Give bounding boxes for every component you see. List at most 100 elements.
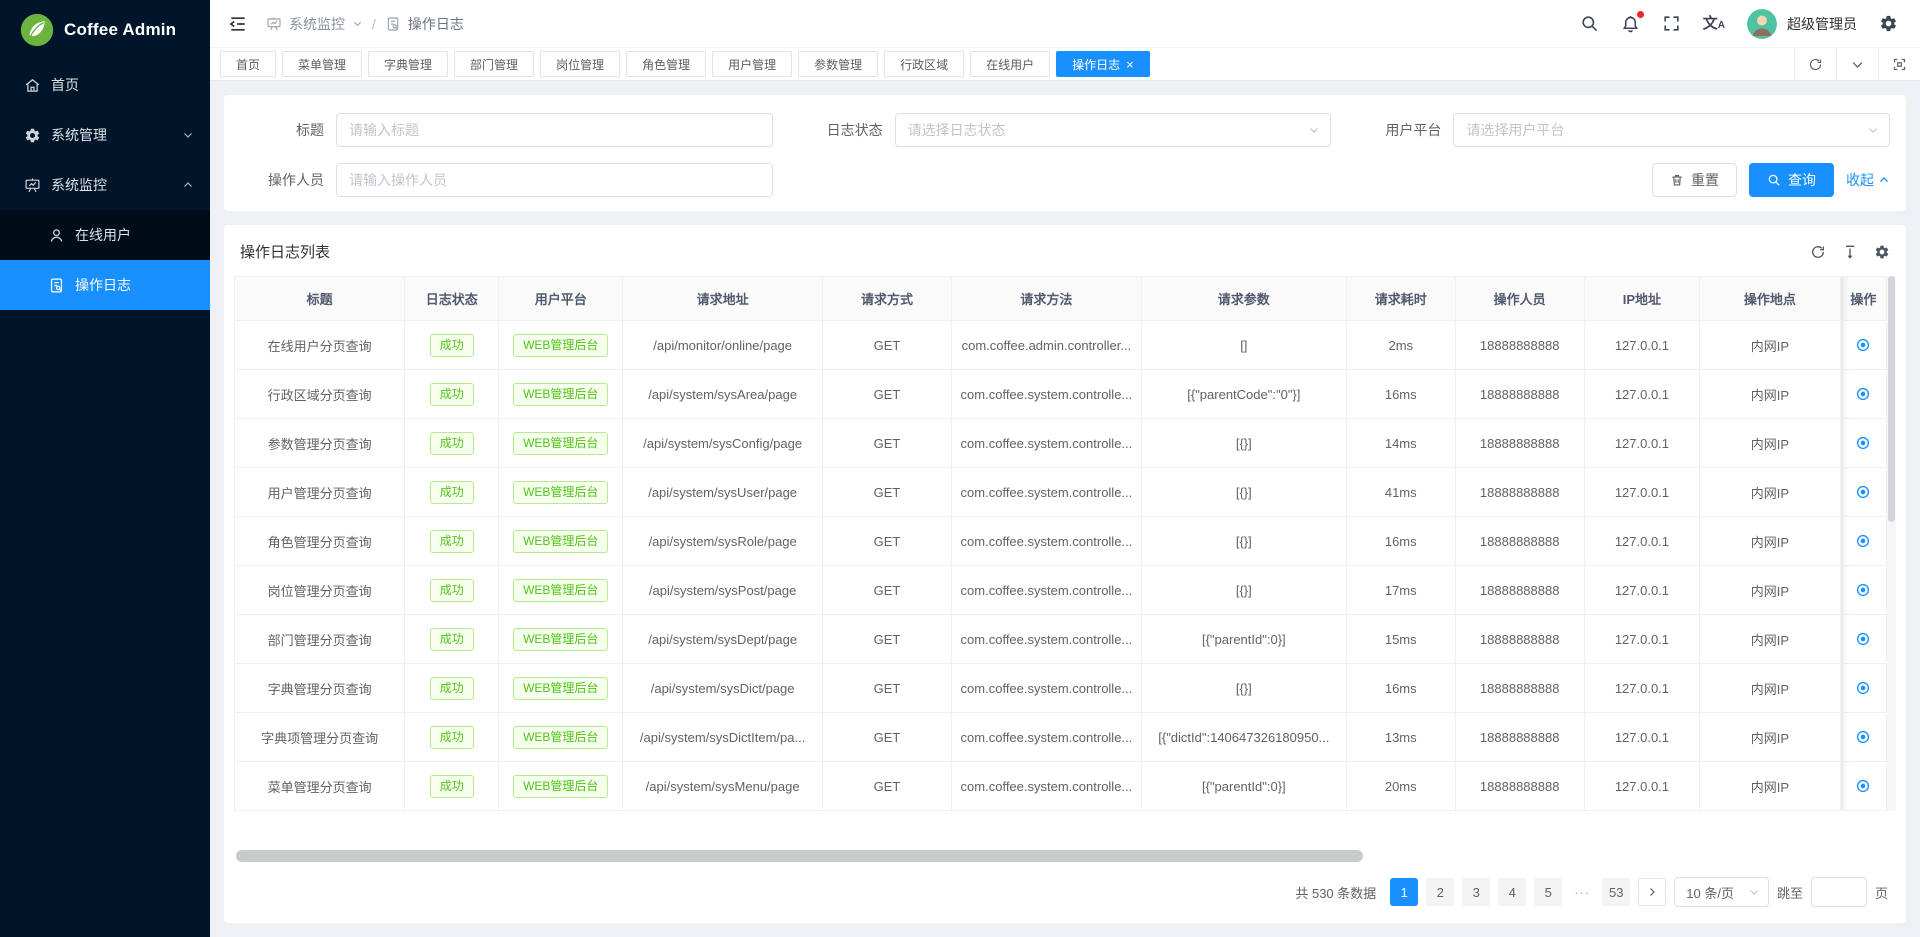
view-detail-eye-icon[interactable] [1854, 630, 1872, 648]
collapse-search-link[interactable]: 收起 [1846, 170, 1890, 190]
cell-status: 成功 [405, 321, 499, 370]
username[interactable]: 超级管理员 [1787, 14, 1857, 34]
page-size-select[interactable]: 10 条/页 [1674, 877, 1769, 907]
page-button-53[interactable]: 53 [1602, 878, 1630, 906]
cell-title: 用户管理分页查询 [235, 468, 405, 517]
view-detail-eye-icon[interactable] [1854, 483, 1872, 501]
cell-location: 内网IP [1700, 664, 1840, 713]
refresh-icon[interactable] [1810, 244, 1826, 260]
cell-platform: WEB管理后台 [499, 713, 623, 762]
sidebar-collapse-icon[interactable] [228, 14, 248, 34]
cell-operator: 18888888888 [1455, 517, 1584, 566]
cell-method: GET [823, 615, 952, 664]
vertical-scrollbar-thumb[interactable] [1888, 276, 1895, 522]
view-detail-eye-icon[interactable] [1854, 532, 1872, 550]
cell-url: /api/system/sysDictItem/pa... [623, 713, 823, 762]
cell-title: 部门管理分页查询 [235, 615, 405, 664]
view-detail-eye-icon[interactable] [1854, 336, 1872, 354]
status-select[interactable]: 请选择日志状态 [895, 113, 1332, 147]
page-button-4[interactable]: 4 [1498, 878, 1526, 906]
cell-url: /api/system/sysRole/page [623, 517, 823, 566]
tab-label: 用户管理 [728, 56, 776, 73]
breadcrumb: 系统监控 / 操作日志 [266, 14, 464, 34]
refresh-tab-icon[interactable] [1794, 48, 1836, 80]
platform-tag: WEB管理后台 [513, 383, 608, 406]
trash-icon [1670, 173, 1684, 187]
avatar[interactable] [1747, 9, 1777, 39]
jump-page-input[interactable] [1811, 877, 1867, 907]
sidebar-item-system-management[interactable]: 系统管理 [0, 110, 210, 160]
sidebar-item-operation-log[interactable]: 操作日志 [0, 260, 210, 310]
page-ellipsis[interactable]: ··· [1570, 885, 1594, 900]
content-fullscreen-icon[interactable] [1878, 48, 1920, 80]
page-buttons: 12345 ··· 53 [1390, 878, 1630, 906]
tab-行政区域[interactable]: 行政区域 [884, 51, 964, 77]
tab-close-icon[interactable]: × [1126, 58, 1134, 71]
tab-菜单管理[interactable]: 菜单管理 [282, 51, 362, 77]
page-button-1[interactable]: 1 [1390, 878, 1418, 906]
platform-tag: WEB管理后台 [513, 432, 608, 455]
view-detail-eye-icon[interactable] [1854, 581, 1872, 599]
cell-location: 内网IP [1700, 321, 1840, 370]
breadcrumb-parent[interactable]: 系统监控 [289, 14, 345, 34]
horizontal-scrollbar-thumb[interactable] [236, 850, 1363, 862]
sidebar-item-label: 在线用户 [75, 225, 194, 245]
settings-gear-icon[interactable] [1879, 14, 1898, 33]
fullscreen-icon[interactable] [1662, 14, 1681, 33]
cell-duration: 16ms [1346, 370, 1455, 419]
tab-字典管理[interactable]: 字典管理 [368, 51, 448, 77]
table-row: 参数管理分页查询成功WEB管理后台/api/system/sysConfig/p… [235, 419, 1887, 468]
tab-参数管理[interactable]: 参数管理 [798, 51, 878, 77]
search-icon[interactable] [1580, 14, 1599, 33]
view-detail-eye-icon[interactable] [1854, 434, 1872, 452]
sidebar-item-system-monitor[interactable]: 系统监控 [0, 160, 210, 210]
tab-岗位管理[interactable]: 岗位管理 [540, 51, 620, 77]
cell-url: /api/system/sysPost/page [623, 566, 823, 615]
monitor-icon [266, 16, 282, 32]
tab-在线用户[interactable]: 在线用户 [970, 51, 1050, 77]
cell-status: 成功 [405, 615, 499, 664]
page-button-5[interactable]: 5 [1534, 878, 1562, 906]
tab-label: 菜单管理 [298, 56, 346, 73]
translate-icon[interactable]: 文A [1703, 16, 1725, 31]
view-detail-eye-icon[interactable] [1854, 679, 1872, 697]
tab-label: 首页 [236, 56, 260, 73]
tab-部门管理[interactable]: 部门管理 [454, 51, 534, 77]
operator-label: 操作人员 [240, 170, 336, 190]
tab-首页[interactable]: 首页 [220, 51, 276, 77]
query-button[interactable]: 查询 [1749, 163, 1834, 197]
cell-title: 菜单管理分页查询 [235, 762, 405, 811]
operator-input[interactable] [336, 163, 773, 197]
platform-select[interactable]: 请选择用户平台 [1453, 113, 1890, 147]
tab-角色管理[interactable]: 角色管理 [626, 51, 706, 77]
sidebar-item-online-users[interactable]: 在线用户 [0, 210, 210, 260]
cell-platform: WEB管理后台 [499, 468, 623, 517]
status-tag: 成功 [430, 579, 474, 602]
cell-params: [{}] [1141, 517, 1346, 566]
status-tag: 成功 [430, 481, 474, 504]
notification-bell-icon[interactable] [1621, 14, 1640, 33]
app-logo[interactable]: Coffee Admin [0, 0, 210, 60]
view-detail-eye-icon[interactable] [1854, 777, 1872, 795]
cell-duration: 17ms [1346, 566, 1455, 615]
tab-操作日志[interactable]: 操作日志× [1056, 51, 1150, 77]
sidebar-item-home[interactable]: 首页 [0, 60, 210, 110]
form-item-operator: 操作人员 [240, 163, 773, 197]
page-button-2[interactable]: 2 [1426, 878, 1454, 906]
platform-tag: WEB管理后台 [513, 579, 608, 602]
tab-用户管理[interactable]: 用户管理 [712, 51, 792, 77]
cell-ip: 127.0.0.1 [1584, 419, 1700, 468]
page-button-3[interactable]: 3 [1462, 878, 1490, 906]
column-settings-gear-icon[interactable] [1874, 244, 1890, 260]
cell-duration: 15ms [1346, 615, 1455, 664]
view-detail-eye-icon[interactable] [1854, 385, 1872, 403]
cell-duration: 41ms [1346, 468, 1455, 517]
tab-options-chevron-icon[interactable] [1836, 48, 1878, 80]
reset-button[interactable]: 重置 [1652, 163, 1737, 197]
view-detail-eye-icon[interactable] [1854, 728, 1872, 746]
sidebar-menu: 首页系统管理系统监控在线用户操作日志 [0, 60, 210, 310]
cell-operator: 18888888888 [1455, 321, 1584, 370]
next-page-button[interactable] [1638, 878, 1666, 906]
title-input[interactable] [336, 113, 773, 147]
row-density-icon[interactable] [1842, 244, 1858, 260]
